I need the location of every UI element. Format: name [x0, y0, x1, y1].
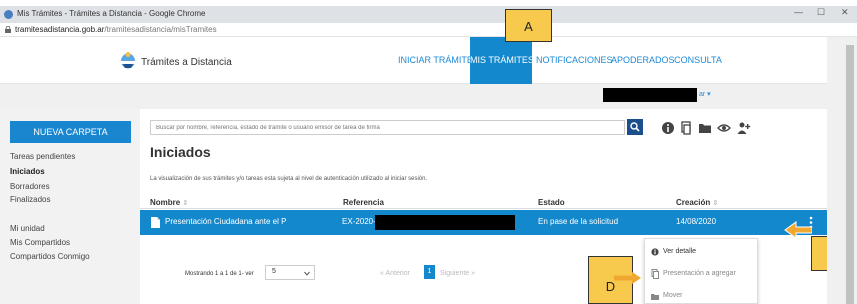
user-bar: ar ▾ — [0, 84, 827, 109]
address-bar[interactable]: tramitesadistancia.gob.ar/tramitesadista… — [0, 23, 857, 37]
favicon-icon — [4, 10, 13, 19]
arrow-to-menu-item-icon — [614, 272, 641, 284]
pager-next[interactable]: Siguiente » — [440, 270, 475, 277]
menu-item-label: Mover — [663, 292, 683, 299]
sidebar-item-compartidos-conmigo[interactable]: Compartidos Conmigo — [10, 252, 90, 261]
nav-notificaciones[interactable]: NOTIFICACIONES — [536, 37, 613, 84]
close-button[interactable]: ✕ — [841, 7, 849, 18]
nav-mis-tramites[interactable]: MIS TRÁMITES — [470, 37, 534, 84]
brand-name: Trámites a Distancia — [141, 57, 232, 68]
column-header-estado[interactable]: Estado — [538, 198, 565, 207]
auth-info-text: La visualización de sus trámites y/o tar… — [150, 176, 428, 182]
folder-icon[interactable] — [698, 121, 712, 135]
add-user-icon[interactable] — [737, 121, 751, 135]
argentina-seal-icon — [121, 52, 135, 69]
sidebar: NUEVA CARPETA Tareas pendientes Iniciado… — [0, 109, 140, 304]
table-row[interactable]: Presentación Ciudadana ante el P EX-2020… — [140, 210, 827, 235]
cell-estado: En pase de la solicitud — [538, 217, 619, 226]
menu-item-label: Presentación a agregar — [663, 270, 736, 277]
sort-icon: ⇕ — [712, 200, 719, 207]
nav-iniciar-tramite[interactable]: INICIAR TRÁMITE — [398, 37, 473, 84]
row-context-menu: Ver detalle Presentación a agregar Mover — [644, 238, 758, 304]
minimize-button[interactable]: — — [794, 7, 803, 17]
menu-item-mover[interactable]: Mover — [645, 286, 757, 304]
eye-icon[interactable] — [717, 121, 731, 135]
info-icon — [651, 248, 659, 256]
column-header-referencia[interactable]: Referencia — [343, 198, 384, 207]
table-header: Nombre ⇕ Referencia Estado Creación ⇕ — [140, 197, 827, 209]
url-text: tramitesadistancia.gob.ar/tramitesadista… — [15, 25, 217, 34]
sidebar-item-finalizados[interactable]: Finalizados — [10, 195, 50, 204]
column-header-estado-label: Estado — [538, 198, 565, 207]
menu-item-ver-detalle[interactable]: Ver detalle — [645, 242, 757, 262]
cell-nombre: Presentación Ciudadana ante el P — [165, 217, 287, 226]
nav-apoderados[interactable]: APODERADOS — [611, 37, 675, 84]
app-header: Trámites a Distancia INICIAR TRÁMITE MIS… — [0, 37, 827, 84]
column-header-nombre-label: Nombre — [150, 198, 181, 207]
column-header-nombre[interactable]: Nombre ⇕ — [150, 198, 188, 207]
url-host: tramitesadistancia.gob.ar — [15, 25, 105, 34]
sort-icon: ⇕ — [182, 200, 189, 207]
arrow-to-kebab-icon — [784, 221, 812, 239]
page-title: Iniciados — [150, 144, 211, 160]
sidebar-item-mi-unidad[interactable]: Mi unidad — [10, 224, 45, 233]
search-icon — [630, 122, 640, 132]
search-input[interactable] — [150, 120, 625, 135]
pager-current[interactable]: 1 — [424, 265, 435, 279]
redacted-username — [603, 88, 697, 102]
copy-icon — [651, 269, 659, 279]
new-folder-button[interactable]: NUEVA CARPETA — [10, 121, 131, 143]
menu-item-label: Ver detalle — [663, 248, 697, 255]
pager-summary: Mostrando 1 a 1 de 1- ver — [185, 271, 254, 277]
sidebar-item-borradores[interactable]: Borradores — [10, 182, 50, 191]
column-header-creacion[interactable]: Creación ⇕ — [676, 198, 718, 207]
sidebar-item-mis-compartidos[interactable]: Mis Compartidos — [10, 238, 70, 247]
column-header-referencia-label: Referencia — [343, 198, 384, 207]
cell-creacion: 14/08/2020 — [676, 217, 717, 226]
cell-referencia: EX-2020- — [342, 217, 376, 226]
chevron-down-icon — [304, 271, 310, 276]
maximize-button[interactable]: ☐ — [817, 7, 825, 18]
callout-a: A — [505, 9, 552, 42]
redacted-reference — [375, 215, 515, 230]
folder-icon — [651, 294, 659, 300]
search-button[interactable] — [627, 119, 643, 135]
browser-titlebar: Mis Trámites - Trámites a Distancia - Go… — [0, 6, 857, 23]
page-size-value: 5 — [272, 268, 276, 275]
pager-prev[interactable]: « Anterior — [380, 270, 410, 277]
lock-icon — [5, 26, 11, 33]
info-icon[interactable] — [661, 121, 675, 135]
copy-icon[interactable] — [679, 121, 693, 135]
column-header-creacion-label: Creación — [676, 198, 711, 207]
page-size-select[interactable]: 5 — [265, 265, 315, 280]
sidebar-item-iniciados[interactable]: Iniciados — [10, 167, 45, 176]
menu-item-presentacion-a-agregar[interactable]: Presentación a agregar — [645, 264, 757, 284]
document-icon — [151, 217, 160, 228]
window-title: Mis Trámites - Trámites a Distancia - Go… — [17, 9, 206, 18]
nav-consulta[interactable]: CONSULTA — [673, 37, 723, 84]
user-menu-caret[interactable]: ar ▾ — [699, 90, 711, 98]
scrollbar-thumb[interactable] — [846, 45, 854, 304]
page-scrollbar[interactable] — [827, 37, 857, 304]
url-path: /tramitesadistancia/misTramites — [104, 25, 217, 34]
sidebar-item-tareas-pendientes[interactable]: Tareas pendientes — [10, 152, 75, 161]
